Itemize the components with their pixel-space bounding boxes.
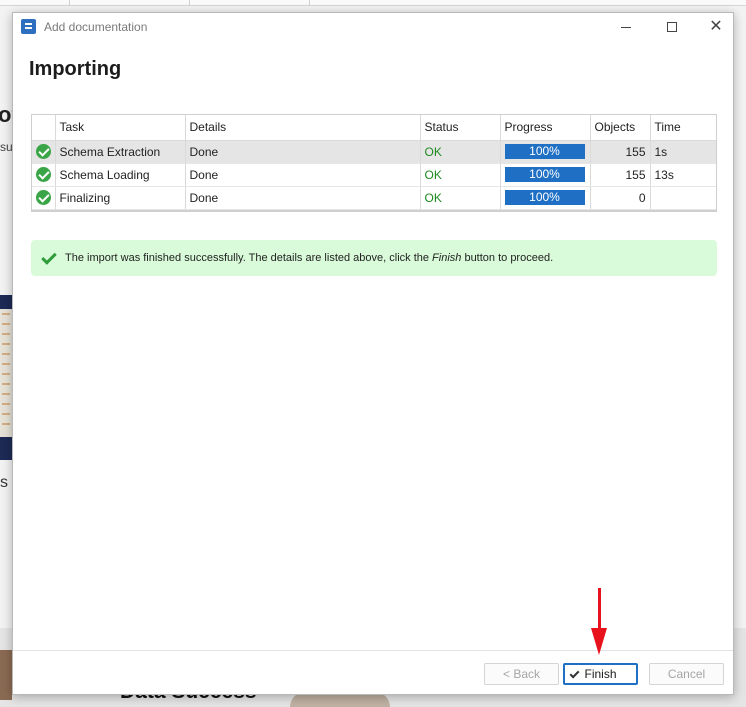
status-cell: OK <box>420 186 501 210</box>
background-text-fragment: su <box>0 140 13 154</box>
maximize-icon <box>667 22 677 32</box>
objects-cell: 155 <box>590 163 651 187</box>
import-tasks-table: Task Details Status Progress Objects Tim… <box>31 114 717 212</box>
table-row[interactable]: Schema Extraction Done OK 100% 155 1s <box>32 140 716 164</box>
close-icon: ✕ <box>709 18 723 35</box>
time-cell: 1s <box>650 140 716 164</box>
time-cell: 13s <box>650 163 716 187</box>
minimize-button[interactable] <box>603 13 649 41</box>
annotation-arrow-icon <box>591 628 607 655</box>
checkmark-icon <box>569 668 580 679</box>
column-header-time[interactable]: Time <box>650 115 716 141</box>
page-title: Importing <box>29 58 122 80</box>
progress-bar: 100% <box>504 190 585 205</box>
status-cell: OK <box>420 163 501 187</box>
success-message: The import was finished successfully. Th… <box>31 240 717 276</box>
document-app-icon <box>21 19 36 34</box>
progress-bar: 100% <box>504 144 585 159</box>
success-check-icon <box>35 167 51 183</box>
column-header-objects[interactable]: Objects <box>590 115 651 141</box>
column-header-details[interactable]: Details <box>185 115 421 141</box>
details-cell: Done <box>185 186 421 210</box>
background-photo-left <box>0 650 12 700</box>
background-text-fragment-2: s <box>0 474 8 491</box>
progress-label: 100% <box>529 167 560 181</box>
annotation-arrow-shaft <box>598 588 601 630</box>
table-row[interactable]: Schema Loading Done OK 100% 155 13s <box>32 163 716 187</box>
objects-cell: 0 <box>590 186 651 210</box>
finish-emphasis: Finish <box>432 252 462 264</box>
minimize-icon <box>621 26 631 28</box>
details-cell: Done <box>185 163 421 187</box>
background-screenshot-thumbnail <box>0 295 12 460</box>
progress-bar: 100% <box>504 167 585 182</box>
column-header-task[interactable]: Task <box>55 115 186 141</box>
progress-label: 100% <box>529 190 560 204</box>
success-message-text: The import was finished successfully. Th… <box>65 252 554 264</box>
success-check-icon <box>35 144 51 160</box>
title-bar[interactable]: Add documentation ✕ <box>13 13 733 41</box>
objects-cell: 155 <box>590 140 651 164</box>
add-documentation-dialog: Add documentation ✕ Importing Task Detai… <box>12 12 734 695</box>
maximize-button[interactable] <box>649 13 695 41</box>
details-cell: Done <box>185 140 421 164</box>
time-cell <box>650 186 716 210</box>
finish-button[interactable]: Finish <box>563 663 638 685</box>
finish-button-label: Finish <box>584 667 617 681</box>
back-button[interactable]: < Back <box>484 663 559 685</box>
status-cell: OK <box>420 140 501 164</box>
column-header-status[interactable]: Status <box>420 115 501 141</box>
progress-label: 100% <box>529 144 560 158</box>
column-header-progress[interactable]: Progress <box>500 115 591 141</box>
task-cell: Schema Extraction <box>55 140 186 164</box>
task-cell: Schema Loading <box>55 163 186 187</box>
background-tab-strip <box>0 0 746 6</box>
footer-divider <box>13 650 733 651</box>
table-header-row: Task Details Status Progress Objects Tim… <box>32 115 716 141</box>
close-button[interactable]: ✕ <box>693 13 739 41</box>
window-title: Add documentation <box>44 20 148 34</box>
column-header-icon <box>32 115 56 141</box>
cancel-button[interactable]: Cancel <box>649 663 724 685</box>
success-check-icon <box>35 190 51 206</box>
checkmark-icon <box>41 251 55 265</box>
task-cell: Finalizing <box>55 186 186 210</box>
table-row[interactable]: Finalizing Done OK 100% 0 <box>32 186 716 210</box>
